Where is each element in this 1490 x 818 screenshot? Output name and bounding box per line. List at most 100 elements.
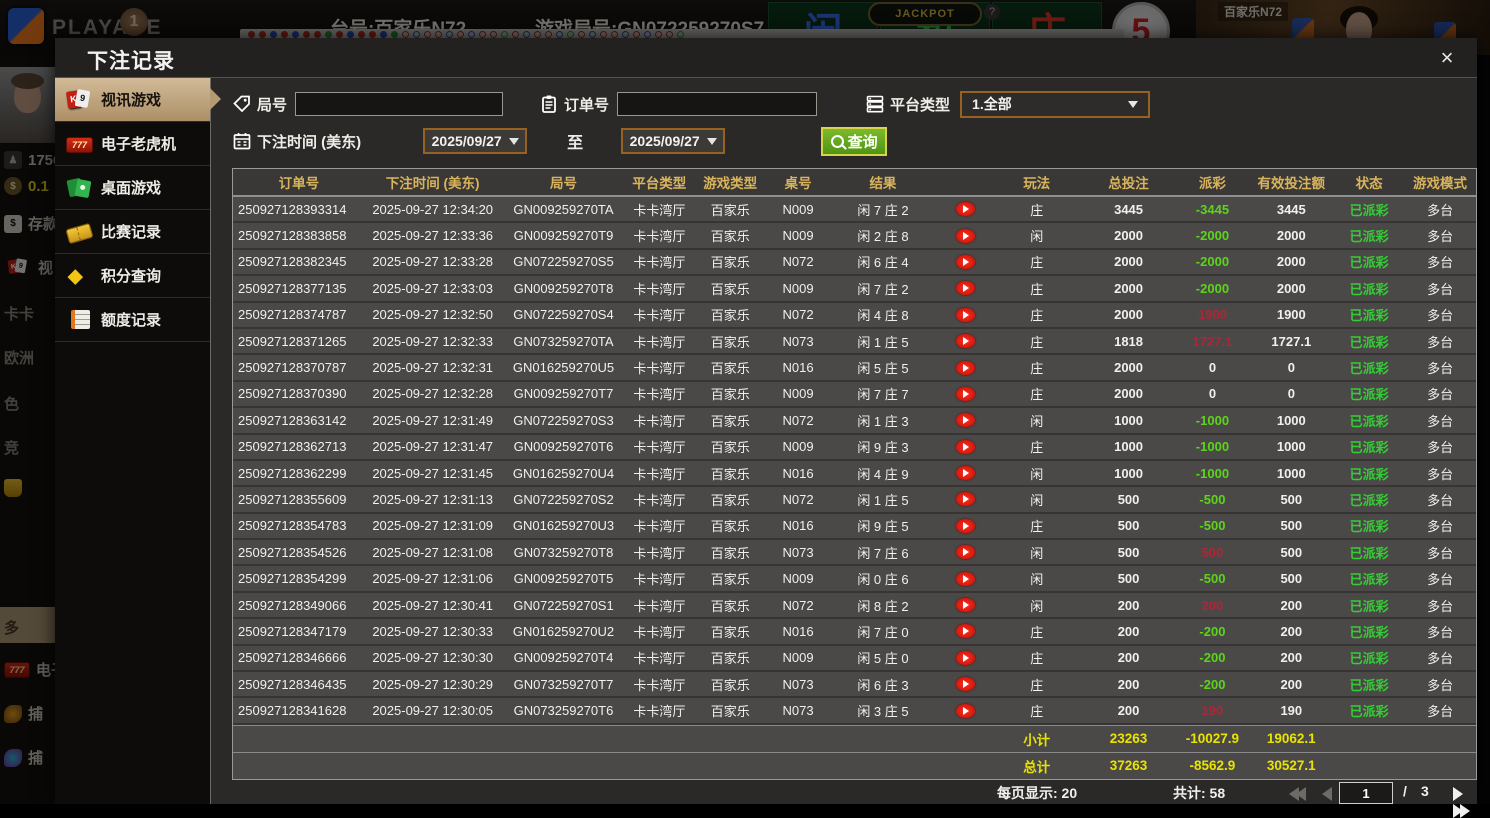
replay-button[interactable] <box>956 466 975 480</box>
order-id-cell: 250927128354299 <box>233 566 365 590</box>
platform-cell: 卡卡湾厅 <box>626 408 692 432</box>
order-id-cell: 250927128370787 <box>233 355 365 379</box>
replay-button[interactable] <box>956 440 975 454</box>
replay-button[interactable] <box>956 413 975 427</box>
replay-button[interactable] <box>956 281 975 295</box>
result-cell: 闲 7 庄 7 <box>828 382 938 406</box>
replay-button[interactable] <box>956 677 975 691</box>
result-cell: 闲 5 庄 5 <box>828 355 938 379</box>
status-cell: 已派彩 <box>1334 223 1404 247</box>
last-page-button[interactable] <box>1453 804 1470 818</box>
table-no-cell: N016 <box>768 461 828 485</box>
order-input[interactable] <box>617 92 817 116</box>
menu-item-slots[interactable]: 777 电子老虎机 <box>55 122 210 166</box>
valid-bet-cell: 1900 <box>1248 303 1334 327</box>
replay-button[interactable] <box>956 387 975 401</box>
order-filter-label: 订单号 <box>564 94 609 115</box>
menu-item-quota-records[interactable]: 额度记录 <box>55 298 210 342</box>
replay-button[interactable] <box>956 229 975 243</box>
order-id-cell: 250927128349066 <box>233 593 365 617</box>
platform-cell: 卡卡湾厅 <box>626 250 692 274</box>
total-valid-bet: 19062.1 <box>1248 726 1334 752</box>
replay-button[interactable] <box>956 598 975 612</box>
platform-cell: 卡卡湾厅 <box>626 382 692 406</box>
table-no-cell: N009 <box>768 223 828 247</box>
page-separator: / <box>1403 783 1407 799</box>
next-page-button[interactable] <box>1453 787 1463 801</box>
payout-cell: 1900 <box>1176 303 1248 327</box>
menu-item-match-records[interactable]: 比赛记录 <box>55 210 210 254</box>
prev-page-button[interactable] <box>1322 787 1332 801</box>
platform-cell: 卡卡湾厅 <box>626 698 692 722</box>
date-to-picker[interactable]: 2025/09/27 <box>621 128 725 154</box>
empty-cell <box>938 726 993 752</box>
payout-cell: -200 <box>1176 672 1248 696</box>
play-type-cell: 庄 <box>993 646 1081 670</box>
platform-select[interactable]: 1.全部 <box>960 91 1150 118</box>
table-row: 2509271283712652025-09-27 12:32:33GN0732… <box>233 329 1476 355</box>
round-input[interactable] <box>295 92 503 116</box>
search-button-label: 查询 <box>848 131 878 152</box>
replay-button[interactable] <box>956 361 975 375</box>
menu-item-video-games[interactable]: K9 视讯游戏 <box>55 78 210 122</box>
replay-button[interactable] <box>956 492 975 506</box>
replay-button[interactable] <box>956 334 975 348</box>
replay-button[interactable] <box>956 308 975 322</box>
menu-item-table-games[interactable]: 桌面游戏 <box>55 166 210 210</box>
modal-title: 下注记录 <box>87 45 175 75</box>
total-bet-cell: 2000 <box>1081 355 1177 379</box>
table-no-cell: N016 <box>768 514 828 538</box>
valid-bet-cell: 2000 <box>1248 250 1334 274</box>
column-header: 玩法 <box>993 169 1081 195</box>
table-games-icon <box>65 176 93 200</box>
platform-cell: 卡卡湾厅 <box>626 461 692 485</box>
replay-button[interactable] <box>956 704 975 718</box>
page-number-input[interactable]: 1 <box>1339 782 1393 804</box>
replay-button[interactable] <box>956 572 975 586</box>
table-no-cell: N016 <box>768 619 828 643</box>
date-from-picker[interactable]: 2025/09/27 <box>423 128 527 154</box>
table-no-cell: N016 <box>768 355 828 379</box>
replay-button[interactable] <box>956 202 975 216</box>
play-type-cell: 庄 <box>993 672 1081 696</box>
bet-time-cell: 2025-09-27 12:31:49 <box>365 408 501 432</box>
first-page-button[interactable] <box>1289 787 1306 801</box>
modal-title-bar: 下注记录 × <box>55 38 1477 78</box>
replay-button[interactable] <box>956 519 975 533</box>
play-type-cell: 庄 <box>993 250 1081 274</box>
bet-time-cell: 2025-09-27 12:31:09 <box>365 514 501 538</box>
table-row: 2509271283490662025-09-27 12:30:41GN0722… <box>233 593 1476 619</box>
bet-time-cell: 2025-09-27 12:32:33 <box>365 329 501 353</box>
replay-button[interactable] <box>956 651 975 665</box>
game-mode-cell: 多台 <box>1404 698 1476 722</box>
total-bet-cell: 500 <box>1081 566 1177 590</box>
empty-cell <box>692 726 768 752</box>
replay-cell <box>938 698 993 722</box>
game-mode-cell: 多台 <box>1404 408 1476 432</box>
valid-bet-cell: 500 <box>1248 514 1334 538</box>
menu-item-points-query[interactable]: ◆ 积分查询 <box>55 254 210 298</box>
play-type-cell: 闲 <box>993 408 1081 432</box>
play-type-cell: 闲 <box>993 223 1081 247</box>
status-cell: 已派彩 <box>1334 250 1404 274</box>
table-row: 2509271283703902025-09-27 12:32:28GN0092… <box>233 382 1476 408</box>
replay-cell <box>938 329 993 353</box>
game-type-cell: 百家乐 <box>692 276 768 300</box>
order-id-cell: 250927128371265 <box>233 329 365 353</box>
close-icon[interactable]: × <box>1433 44 1461 72</box>
order-id-cell: 250927128393314 <box>233 197 365 221</box>
replay-button[interactable] <box>956 255 975 269</box>
replay-button[interactable] <box>956 624 975 638</box>
play-type-cell: 庄 <box>993 329 1081 353</box>
search-button[interactable]: 查询 <box>821 127 887 156</box>
play-type-cell: 庄 <box>993 276 1081 300</box>
platform-cell: 卡卡湾厅 <box>626 619 692 643</box>
game-mode-cell: 多台 <box>1404 593 1476 617</box>
play-type-cell: 庄 <box>993 698 1081 722</box>
valid-bet-cell: 190 <box>1248 698 1334 722</box>
replay-button[interactable] <box>956 545 975 559</box>
payout-cell: -1000 <box>1176 408 1248 432</box>
page-number-value: 1 <box>1362 786 1369 801</box>
column-header: 下注时间 (美东) <box>365 169 501 195</box>
game-type-cell: 百家乐 <box>692 619 768 643</box>
